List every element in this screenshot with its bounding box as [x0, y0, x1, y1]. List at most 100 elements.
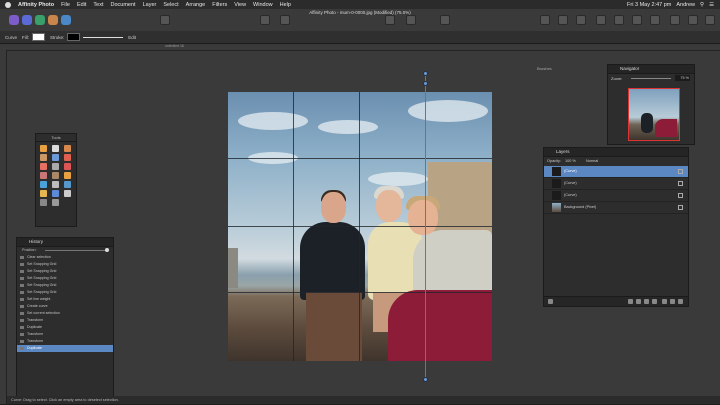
stroke-width-preview[interactable] [83, 36, 124, 38]
edit-label[interactable]: Edit [128, 35, 136, 40]
snapping-icon[interactable] [385, 15, 395, 25]
apple-icon[interactable] [5, 1, 11, 8]
opacity-value[interactable]: 100 % [565, 159, 576, 163]
gradient-tool-icon[interactable] [40, 181, 47, 188]
grid-line-horizontal-2[interactable] [228, 226, 492, 227]
node-tool-icon[interactable] [40, 190, 47, 197]
hand-tool-icon[interactable] [52, 199, 59, 206]
brushes-tab[interactable]: Brushes [523, 64, 603, 73]
photo-persona-icon[interactable] [9, 15, 19, 25]
menu-text[interactable]: Text [93, 2, 103, 8]
quick-mask-icon[interactable] [540, 15, 550, 25]
refine-icon[interactable] [558, 15, 568, 25]
selected-curve[interactable] [425, 73, 426, 380]
history-title[interactable]: History [17, 238, 113, 247]
zoom-tool-icon[interactable] [40, 199, 47, 206]
menu-help[interactable]: Help [280, 2, 291, 8]
history-item[interactable]: Set Snapping Grid [17, 261, 113, 268]
assistant-icon[interactable] [160, 15, 170, 25]
history-position-knob[interactable] [105, 248, 109, 252]
history-item[interactable]: Duplicate [17, 324, 113, 331]
text-tool-icon[interactable] [64, 190, 71, 197]
user-name[interactable]: Andrew [676, 2, 695, 8]
visibility-checkbox[interactable] [678, 193, 683, 198]
datetime[interactable]: Fri 3 May 2:47 pm [627, 2, 671, 8]
layer-row-background[interactable]: Background (Pixel) [544, 202, 688, 214]
history-position-slider[interactable] [45, 250, 107, 251]
navigator-view-frame[interactable] [628, 88, 680, 141]
history-item[interactable]: Transform [17, 338, 113, 345]
fill-tool-icon[interactable] [64, 163, 71, 170]
blur-brush-icon[interactable] [52, 181, 59, 188]
history-item[interactable]: Transform [17, 331, 113, 338]
liquify-persona-icon[interactable] [22, 15, 32, 25]
menu-document[interactable]: Document [111, 2, 136, 8]
menu-list-icon[interactable]: ☰ [709, 2, 714, 8]
history-item[interactable]: Create curve [17, 303, 113, 310]
history-item[interactable]: Set Snapping Grid [17, 268, 113, 275]
layer-options-icon[interactable] [548, 299, 553, 304]
menu-file[interactable]: File [61, 2, 70, 8]
clone-brush-icon[interactable] [52, 172, 59, 179]
align-icon[interactable] [576, 15, 586, 25]
boolean-subtract-icon[interactable] [688, 15, 698, 25]
history-item[interactable]: Set Snapping Grid [17, 275, 113, 282]
fx-icon[interactable] [652, 299, 657, 304]
history-item[interactable]: Set current selection [17, 310, 113, 317]
menu-select[interactable]: Select [163, 2, 178, 8]
spotlight-icon[interactable]: ⚲ [700, 2, 704, 8]
distribute-icon[interactable] [614, 15, 624, 25]
pen-tool-icon[interactable] [64, 181, 71, 188]
add-layer-icon[interactable] [670, 299, 675, 304]
develop-persona-icon[interactable] [35, 15, 45, 25]
order-icon[interactable] [406, 15, 416, 25]
live-filter-icon[interactable] [644, 299, 649, 304]
layers-title[interactable]: Layers [544, 148, 688, 157]
curve-node-bottom[interactable] [423, 377, 428, 382]
menu-layer[interactable]: Layer [143, 2, 157, 8]
grid-line-horizontal-3[interactable] [228, 292, 492, 293]
dodge-brush-icon[interactable] [40, 172, 47, 179]
curve-handle-top[interactable] [423, 81, 428, 86]
menu-app-name[interactable]: Affinity Photo [18, 2, 54, 8]
color-picker-icon[interactable] [64, 145, 71, 152]
flip-icon[interactable] [632, 15, 642, 25]
flood-select-icon[interactable] [64, 154, 71, 161]
ruler-top[interactable]: unlimited 16 [0, 44, 720, 51]
fill-swatch[interactable] [32, 33, 46, 41]
rectangle-tool-icon[interactable] [52, 190, 59, 197]
history-item[interactable]: Set Snapping Grid [17, 282, 113, 289]
selection-brush-icon[interactable] [52, 154, 59, 161]
menu-view[interactable]: View [234, 2, 246, 8]
history-item[interactable]: Clear selection [17, 254, 113, 261]
menu-arrange[interactable]: Arrange [186, 2, 206, 8]
zoom-slider[interactable] [631, 78, 671, 79]
menu-window[interactable]: Window [253, 2, 273, 8]
marquee-icon[interactable] [260, 15, 270, 25]
history-item[interactable]: Set Snapping Grid [17, 289, 113, 296]
export-persona-icon[interactable] [61, 15, 71, 25]
tone-mapping-persona-icon[interactable] [48, 15, 58, 25]
mask-layer-icon[interactable] [628, 299, 633, 304]
transform-icon[interactable] [280, 15, 290, 25]
move-tool-icon[interactable] [52, 145, 59, 152]
navigator-title[interactable]: Navigator [608, 65, 694, 74]
visibility-checkbox[interactable] [678, 169, 683, 174]
layer-row[interactable]: (Curve) [544, 190, 688, 202]
layer-row[interactable]: (Curve) [544, 178, 688, 190]
erase-brush-icon[interactable] [52, 163, 59, 170]
stroke-swatch[interactable] [67, 33, 81, 41]
boolean-add-icon[interactable] [670, 15, 680, 25]
group-icon[interactable] [662, 299, 667, 304]
rotate-icon[interactable] [650, 15, 660, 25]
visibility-checkbox[interactable] [678, 205, 683, 210]
menu-edit[interactable]: Edit [77, 2, 86, 8]
curve-node-top[interactable] [423, 71, 428, 76]
history-item-selected[interactable]: Duplicate [17, 345, 113, 352]
ruler-left[interactable] [0, 50, 7, 404]
view-tool-icon[interactable] [40, 145, 47, 152]
history-item[interactable]: Set line weight [17, 296, 113, 303]
arrange-icon[interactable] [596, 15, 606, 25]
menu-filters[interactable]: Filters [212, 2, 227, 8]
delete-layer-icon[interactable] [678, 299, 683, 304]
